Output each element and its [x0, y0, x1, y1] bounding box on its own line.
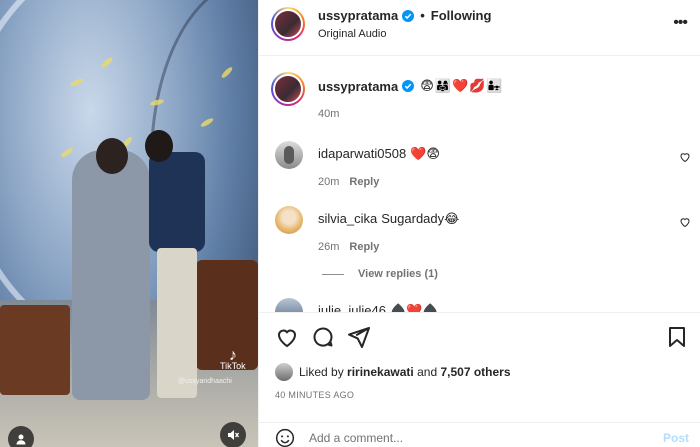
comment-time: 26m	[318, 241, 340, 253]
post-header: ussypratama • Following Original Audio •…	[259, 0, 700, 56]
comment-line: silvia_cika Sugardady😂	[318, 211, 459, 227]
woman-figure	[72, 138, 150, 400]
post-timestamp: 40 MINUTES AGO	[275, 390, 355, 400]
speaker-muted-icon	[228, 430, 240, 440]
view-replies-button[interactable]: View replies (1)	[322, 268, 438, 280]
likes-prefix: Liked by	[299, 365, 344, 379]
more-options-icon[interactable]: •••	[673, 14, 688, 32]
caption-avatar[interactable]	[271, 72, 305, 106]
verified-badge-icon	[402, 9, 415, 22]
author-username[interactable]: ussypratama	[318, 8, 398, 23]
commenter-username[interactable]: idaparwati0508	[318, 146, 406, 161]
add-comment-input[interactable]	[309, 429, 629, 447]
tiktok-label: TikTok	[220, 361, 246, 371]
header-username-row: ussypratama • Following	[318, 8, 491, 23]
caption-username[interactable]: ussypratama	[318, 79, 398, 94]
man-legs	[157, 248, 197, 398]
post-comment-button[interactable]: Post	[663, 431, 689, 445]
comment-line: idaparwati0508 ❤️😨	[318, 146, 440, 162]
comment-meta: 20m Reply	[318, 176, 379, 188]
heart-outline-icon[interactable]	[679, 151, 691, 163]
man-torso	[149, 152, 205, 252]
like-heart-icon[interactable]	[275, 325, 299, 349]
comment-meta: 26m Reply	[318, 241, 379, 253]
view-replies-divider	[322, 273, 344, 275]
commenter-username[interactable]: silvia_cika	[318, 211, 377, 226]
commenter-avatar[interactable]	[275, 206, 303, 234]
man-head	[145, 130, 173, 162]
liker-username[interactable]: ririnekawati	[347, 365, 414, 379]
caption-text: 😨👨‍👩‍👧❤️💋👨‍👧	[420, 78, 504, 93]
comment-text: ❤️😨	[410, 146, 440, 161]
audio-link[interactable]: Original Audio	[318, 28, 387, 40]
likes-others-link[interactable]: 7,507 others	[440, 365, 510, 379]
tagged-users-button[interactable]	[8, 426, 34, 447]
author-avatar[interactable]	[271, 7, 305, 41]
woman-head	[96, 138, 128, 174]
wooden-bench	[0, 305, 70, 395]
view-replies-label: View replies (1)	[358, 268, 438, 280]
likes-connector: and	[417, 365, 438, 379]
bookmark-icon[interactable]	[665, 325, 689, 349]
reply-button[interactable]: Reply	[349, 176, 379, 188]
likes-summary: Liked by ririnekawati and 7,507 others	[275, 363, 511, 381]
liker-avatar[interactable]	[275, 363, 293, 381]
tiktok-logo-icon: ♪	[228, 347, 237, 364]
commenter-avatar[interactable]	[275, 141, 303, 169]
user-icon	[16, 434, 26, 445]
share-paper-plane-icon[interactable]	[347, 325, 371, 349]
tiktok-username: @ussyandhaachi	[178, 378, 232, 385]
comment-time: 20m	[318, 176, 340, 188]
caption-username-row: ussypratama 😨👨‍👩‍👧❤️💋👨‍👧	[318, 78, 504, 94]
verified-badge-icon	[402, 80, 415, 92]
header-separator: •	[420, 8, 425, 23]
comment-text: Sugardady😂	[381, 211, 460, 226]
heart-outline-icon[interactable]	[679, 216, 691, 228]
post-detail-panel: ussypratama • Following Original Audio •…	[258, 0, 700, 447]
mute-button[interactable]	[220, 422, 246, 447]
caption-time: 40m	[318, 108, 340, 120]
add-comment-bar: Post	[259, 422, 700, 447]
tiktok-watermark: ♪ TikTok	[220, 347, 246, 372]
reply-button[interactable]: Reply	[349, 241, 379, 253]
man-figure	[145, 130, 205, 400]
comment-bubble-icon[interactable]	[311, 325, 335, 349]
emoji-icon[interactable]	[275, 428, 295, 447]
following-button[interactable]: Following	[431, 8, 492, 23]
video-player[interactable]: ♪ TikTok @ussyandhaachi	[0, 0, 258, 447]
